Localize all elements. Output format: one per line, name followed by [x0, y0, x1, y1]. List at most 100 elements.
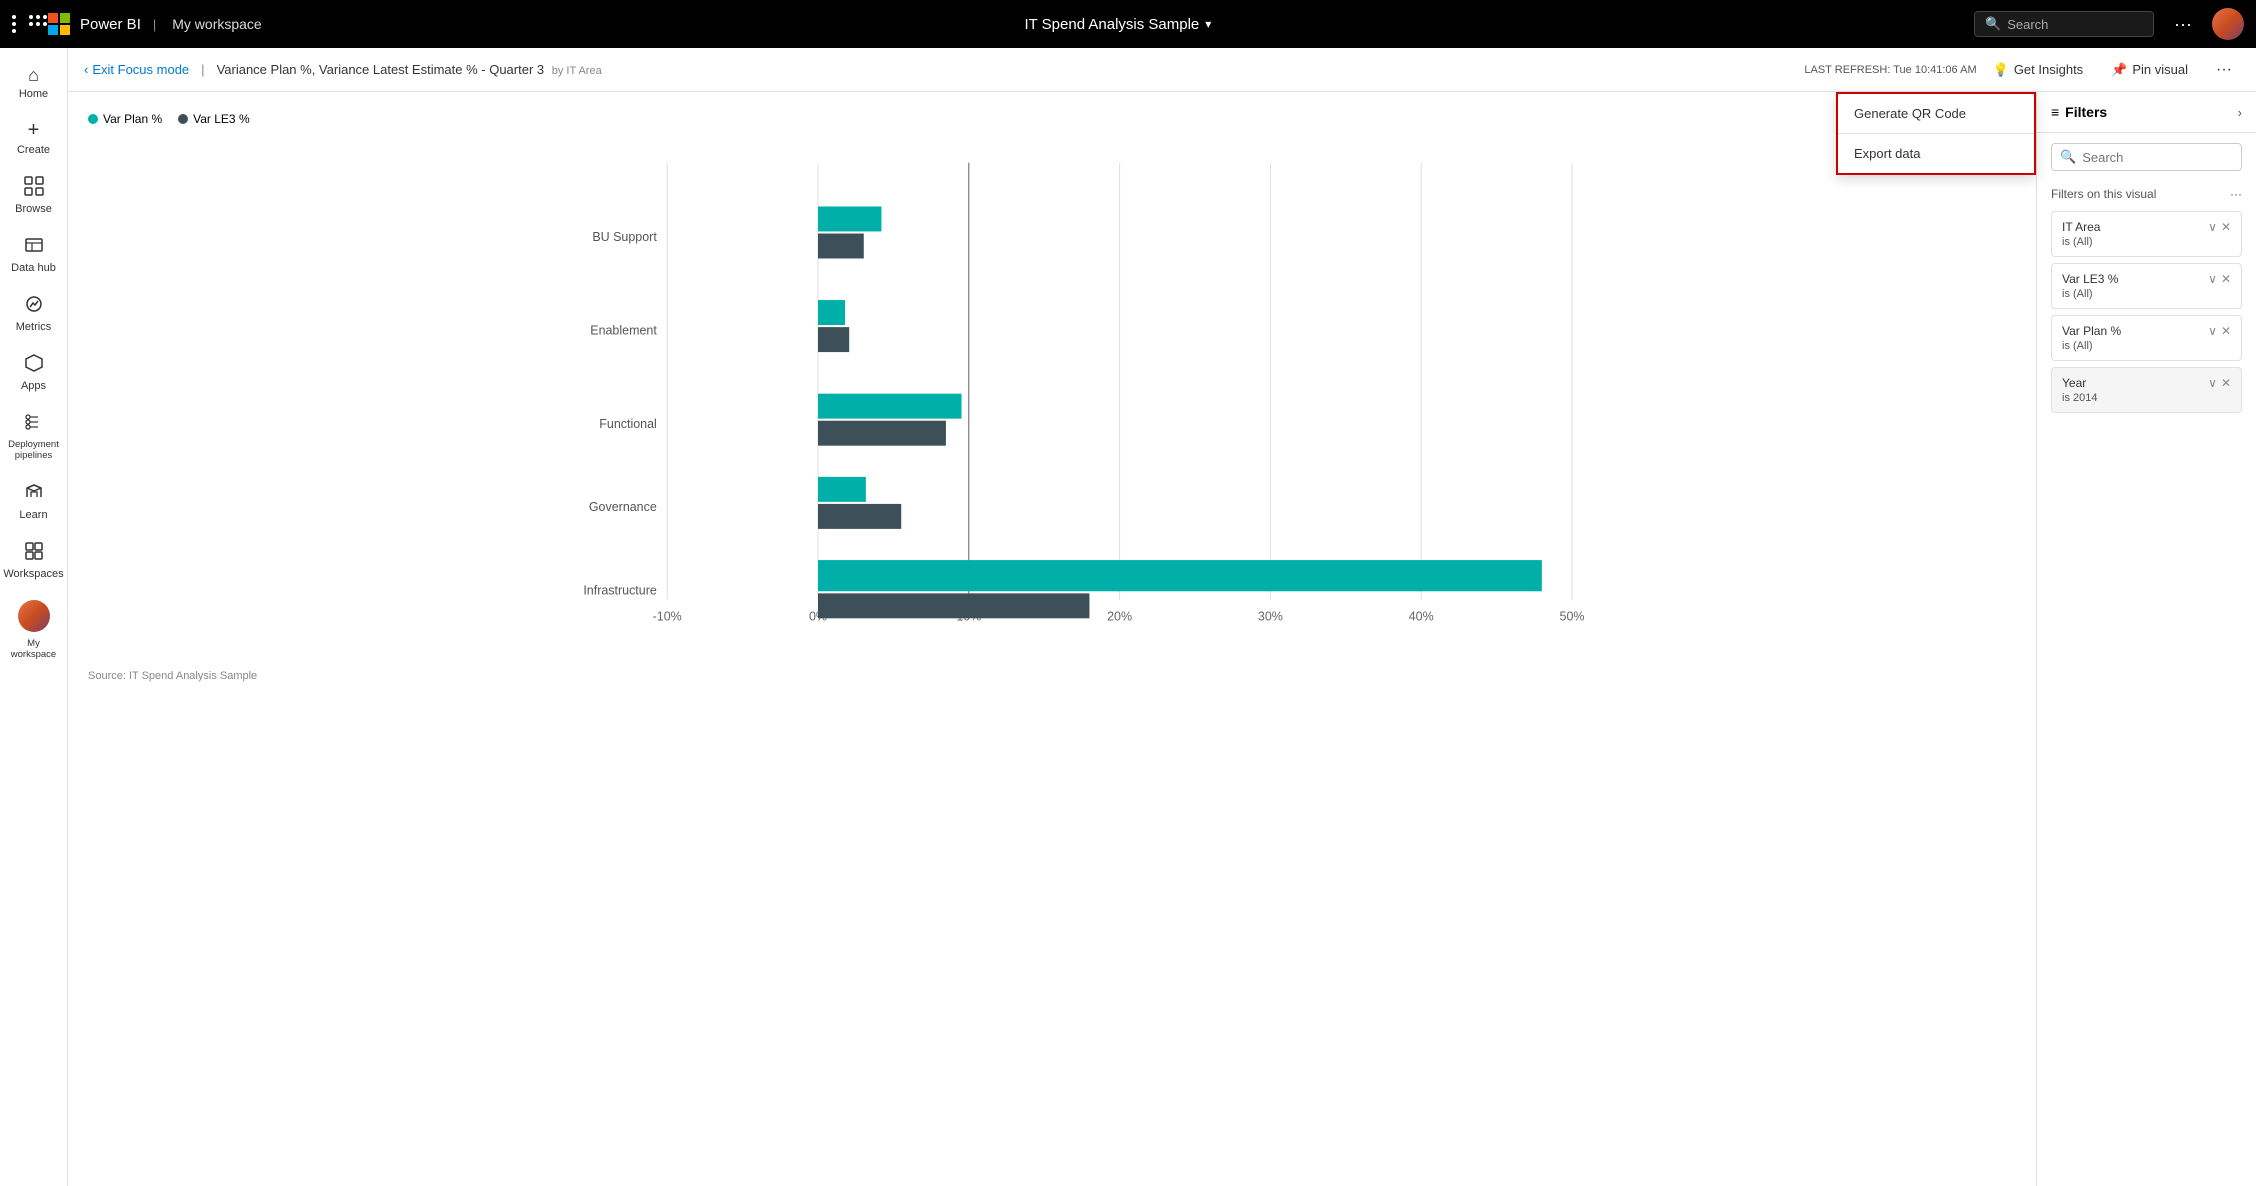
filter-chevron-var-le3[interactable]: ∨	[2208, 272, 2217, 286]
sidebar-item-apps[interactable]: Apps	[0, 343, 67, 402]
sidebar-item-learn[interactable]: Learn	[0, 472, 67, 531]
sidebar-label-home: Home	[19, 88, 48, 100]
sidebar-item-browse[interactable]: Browse	[0, 166, 67, 225]
filters-on-visual-text: Filters on this visual	[2051, 187, 2156, 201]
metrics-icon	[24, 294, 44, 317]
report-title[interactable]: IT Spend Analysis Sample ▾	[1024, 16, 1211, 33]
filters-on-visual-label: Filters on this visual ···	[2037, 181, 2256, 205]
filter-name-year: Year	[2062, 376, 2086, 390]
chart-breadcrumb-title: Variance Plan %, Variance Latest Estimat…	[217, 62, 1797, 77]
topbar-right: 🔍 Search ···	[1974, 8, 2244, 40]
legend-dot-var-plan	[88, 114, 98, 124]
grid-icon[interactable]	[12, 15, 32, 33]
browse-icon	[24, 176, 44, 199]
sidebar-label-myworkspace: My workspace	[4, 638, 63, 660]
filter-item-header-year: Year ∨ ✕	[2062, 376, 2231, 390]
home-icon: ⌂	[28, 66, 39, 84]
back-arrow-icon: ‹	[84, 62, 88, 77]
chart-area: Var Plan % Var LE3 %	[68, 92, 2036, 1186]
user-avatar[interactable]	[2212, 8, 2244, 40]
filters-more-button[interactable]: ···	[2230, 187, 2242, 201]
sidebar-item-home[interactable]: ⌂ Home	[0, 56, 67, 110]
pin-visual-button[interactable]: 📌 Pin visual	[2103, 58, 2196, 82]
svg-text:30%: 30%	[1258, 609, 1283, 623]
filter-title: ≡ Filters	[2051, 104, 2107, 120]
topbar-brand: Power BI	[80, 16, 141, 33]
legend-item-var-le3: Var LE3 %	[178, 112, 249, 126]
filter-name-var-le3: Var LE3 %	[2062, 272, 2118, 286]
filter-name-var-plan: Var Plan %	[2062, 324, 2121, 338]
sub-topbar: ‹ Exit Focus mode | Variance Plan %, Var…	[68, 48, 2256, 92]
sub-topbar-more-button[interactable]: ···	[2208, 57, 2240, 83]
sidebar-item-create[interactable]: + Create	[0, 110, 67, 166]
search-label: Search	[2007, 17, 2048, 32]
bar-functional-var-le3	[818, 421, 946, 446]
my-workspace-avatar	[18, 600, 50, 632]
sidebar-item-datahub[interactable]: Data hub	[0, 225, 67, 284]
sidebar-item-metrics[interactable]: Metrics	[0, 284, 67, 343]
get-insights-button[interactable]: 💡 Get Insights	[1985, 58, 2092, 82]
topbar-workspace[interactable]: My workspace	[172, 16, 261, 32]
svg-text:-10%: -10%	[653, 609, 682, 623]
breadcrumb-separator: |	[201, 62, 204, 77]
topbar-center: IT Spend Analysis Sample ▾	[262, 16, 1974, 33]
context-menu-export-data[interactable]: Export data	[1838, 134, 2034, 173]
last-refresh-label: LAST REFRESH:	[1804, 64, 1890, 76]
filter-actions-it-area: ∨ ✕	[2208, 220, 2231, 234]
microsoft-logo	[48, 13, 70, 35]
filter-chevron-var-plan[interactable]: ∨	[2208, 324, 2217, 338]
legend-label-var-le3: Var LE3 %	[193, 112, 249, 126]
report-title-chevron: ▾	[1205, 17, 1211, 31]
filter-item-var-le3[interactable]: Var LE3 % ∨ ✕ is (All)	[2051, 263, 2242, 309]
bar-bu-support-var-le3	[818, 234, 864, 259]
sidebar-item-pipelines[interactable]: Deployment pipelines	[0, 402, 67, 472]
sidebar-label-pipelines: Deployment pipelines	[4, 439, 63, 462]
filter-icon: ≡	[2051, 104, 2059, 120]
filter-actions-year: ∨ ✕	[2208, 376, 2231, 390]
filter-panel: ≡ Filters › 🔍 Filters on this visual ···…	[2036, 92, 2256, 1186]
filter-clear-it-area[interactable]: ✕	[2221, 220, 2231, 234]
context-menu: Generate QR Code Export data	[1836, 92, 2036, 175]
bar-bu-support-var-plan	[818, 206, 881, 231]
filter-clear-var-plan[interactable]: ✕	[2221, 324, 2231, 338]
filter-search-input[interactable]	[2082, 150, 2233, 165]
exit-focus-button[interactable]: ‹ Exit Focus mode	[84, 62, 189, 77]
topbar-more-button[interactable]: ···	[2166, 10, 2200, 39]
filter-chevron-it-area[interactable]: ∨	[2208, 220, 2217, 234]
svg-text:Functional: Functional	[599, 417, 657, 431]
sidebar-label-browse: Browse	[15, 203, 52, 215]
svg-text:Enablement: Enablement	[590, 323, 657, 337]
topbar: Power BI | My workspace IT Spend Analysi…	[0, 0, 2256, 48]
lightbulb-icon: 💡	[1993, 62, 2009, 78]
filter-search-box[interactable]: 🔍	[2051, 143, 2242, 171]
filter-item-it-area[interactable]: IT Area ∨ ✕ is (All)	[2051, 211, 2242, 257]
filter-clear-var-le3[interactable]: ✕	[2221, 272, 2231, 286]
filter-value-var-le3: is (All)	[2062, 288, 2231, 300]
exit-focus-label: Exit Focus mode	[92, 62, 189, 77]
bar-infrastructure-var-le3	[818, 593, 1089, 618]
chart-source-label: Source: IT Spend Analysis Sample	[88, 670, 257, 682]
filter-clear-year[interactable]: ✕	[2221, 376, 2231, 390]
workspaces-icon	[24, 541, 44, 564]
chart-title-text: Variance Plan %, Variance Latest Estimat…	[217, 62, 545, 77]
sidebar-item-workspaces[interactable]: Workspaces	[0, 531, 67, 590]
bar-chart: -10% 0% 10% 20% 30% 40% 50% BU Support E…	[88, 142, 2016, 662]
apps-icon	[24, 353, 44, 376]
search-box[interactable]: 🔍 Search	[1974, 11, 2154, 37]
sidebar-label-learn: Learn	[19, 509, 47, 521]
filter-chevron-year[interactable]: ∨	[2208, 376, 2217, 390]
filter-item-header-var-le3: Var LE3 % ∨ ✕	[2062, 272, 2231, 286]
svg-text:BU Support: BU Support	[592, 230, 657, 244]
sidebar-item-myworkspace[interactable]: My workspace	[0, 590, 67, 670]
sidebar-label-datahub: Data hub	[11, 262, 56, 274]
filter-item-var-plan[interactable]: Var Plan % ∨ ✕ is (All)	[2051, 315, 2242, 361]
context-menu-generate-qr[interactable]: Generate QR Code	[1838, 94, 2034, 134]
filter-actions-var-plan: ∨ ✕	[2208, 324, 2231, 338]
pipelines-icon	[24, 412, 44, 435]
svg-text:Governance: Governance	[589, 500, 657, 514]
bar-governance-var-le3	[818, 504, 901, 529]
sidebar-label-metrics: Metrics	[16, 321, 51, 333]
filter-collapse-icon[interactable]: ›	[2238, 105, 2242, 120]
svg-text:50%: 50%	[1560, 609, 1585, 623]
filter-item-year[interactable]: Year ∨ ✕ is 2014	[2051, 367, 2242, 413]
